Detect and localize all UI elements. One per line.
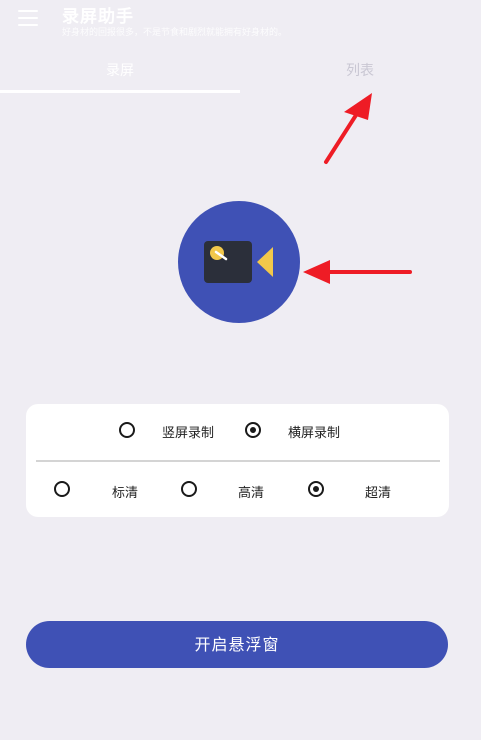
radio-landscape[interactable] [245,422,261,438]
app-subtitle: 好身材的回报很多，不是节食和剧烈就能拥有好身材的。 [62,28,288,38]
tab-list[interactable]: 列表 [240,56,480,92]
label-uhd[interactable]: 超清 [365,482,391,501]
radio-hd[interactable] [181,481,197,497]
card-divider [36,460,440,462]
tab-bar: 录屏 列表 [0,56,481,94]
label-portrait[interactable]: 竖屏录制 [162,422,214,441]
radio-sd[interactable] [54,481,70,497]
video-camera-icon [204,241,273,283]
label-sd[interactable]: 标清 [112,482,138,501]
arrow-to-record-button [303,260,412,284]
record-button[interactable] [178,201,300,323]
label-hd[interactable]: 高清 [238,482,264,501]
start-floating-window-button[interactable]: 开启悬浮窗 [26,621,448,668]
app-header: 录屏助手 好身材的回报很多，不是节食和剧烈就能拥有好身材的。 [0,0,481,38]
options-card: 竖屏录制 横屏录制 标清 高清 超清 [26,404,449,517]
menu-icon[interactable] [18,10,38,26]
label-landscape[interactable]: 横屏录制 [288,422,340,441]
app-title: 录屏助手 [62,7,134,27]
tab-record[interactable]: 录屏 [0,56,240,92]
arrow-to-list-tab [324,93,372,164]
tab-indicator [0,90,240,93]
radio-portrait[interactable] [119,422,135,438]
radio-uhd[interactable] [308,481,324,497]
